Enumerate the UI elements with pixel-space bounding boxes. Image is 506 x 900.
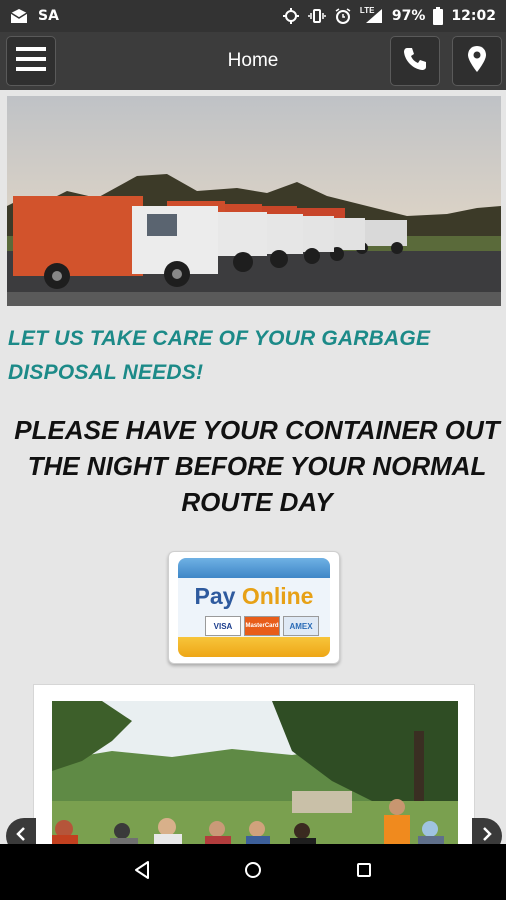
online-word: Online <box>241 583 314 609</box>
home-button[interactable] <box>233 852 273 892</box>
pay-word: Pay <box>194 583 236 609</box>
amex-logo: AMEX <box>283 616 319 636</box>
status-left: SA <box>10 7 59 25</box>
community-event-photo[interactable] <box>52 701 458 844</box>
carrier-label: SA <box>38 8 59 24</box>
signal-icon: LTE <box>359 6 384 25</box>
card-logos: VISA MasterCard AMEX <box>205 616 319 636</box>
menu-button[interactable] <box>6 36 56 86</box>
route-notice: PLEASE HAVE YOUR CONTAINER OUT THE NIGHT… <box>14 415 500 517</box>
visa-logo: VISA <box>205 616 241 636</box>
visa-label: VISA <box>213 621 233 631</box>
mastercard-label: MasterCard <box>245 623 279 629</box>
pay-online-badge: Pay Online VISA MasterCard AMEX <box>178 558 330 657</box>
status-bar: SA LTE 97% 12:02 <box>0 0 506 32</box>
pay-online-label: Pay Online <box>178 583 330 610</box>
status-right: LTE 97% 12:02 <box>282 6 496 25</box>
home-icon <box>243 860 263 885</box>
pay-badge-bottom <box>178 637 330 657</box>
location-button[interactable] <box>452 36 502 86</box>
alarm-icon <box>334 7 352 25</box>
network-label: LTE <box>359 6 375 15</box>
gallery-prev-button[interactable] <box>6 818 36 844</box>
chevron-right-icon <box>481 826 493 845</box>
system-nav-bar <box>0 844 506 900</box>
clock: 12:02 <box>451 8 496 24</box>
battery-percent: 97% <box>391 8 426 24</box>
photo-gallery[interactable] <box>33 684 475 844</box>
vibrate-icon <box>308 7 326 25</box>
battery-icon <box>433 7 444 25</box>
mail-icon <box>10 7 28 25</box>
garbage-trucks-photo <box>7 96 501 306</box>
recents-icon <box>355 861 373 884</box>
amex-label: AMEX <box>289 621 313 631</box>
phone-icon <box>402 46 428 77</box>
chevron-left-icon <box>15 826 27 845</box>
mastercard-logo: MasterCard <box>244 616 280 636</box>
pay-online-button[interactable]: Pay Online VISA MasterCard AMEX <box>168 551 340 664</box>
back-button[interactable] <box>122 852 162 892</box>
pay-badge-top <box>178 558 330 578</box>
tagline: LET US TAKE CARE OF YOUR GARBAGE DISPOSA… <box>8 327 431 384</box>
call-button[interactable] <box>390 36 440 86</box>
recents-button[interactable] <box>344 852 384 892</box>
app-bar: Home <box>0 32 506 90</box>
location-pin-icon <box>466 45 488 78</box>
gallery-next-button[interactable] <box>472 818 502 844</box>
main-content[interactable]: LET US TAKE CARE OF YOUR GARBAGE DISPOSA… <box>0 90 506 844</box>
gps-icon <box>282 7 300 25</box>
back-icon <box>133 860 151 885</box>
menu-icon <box>16 46 46 77</box>
